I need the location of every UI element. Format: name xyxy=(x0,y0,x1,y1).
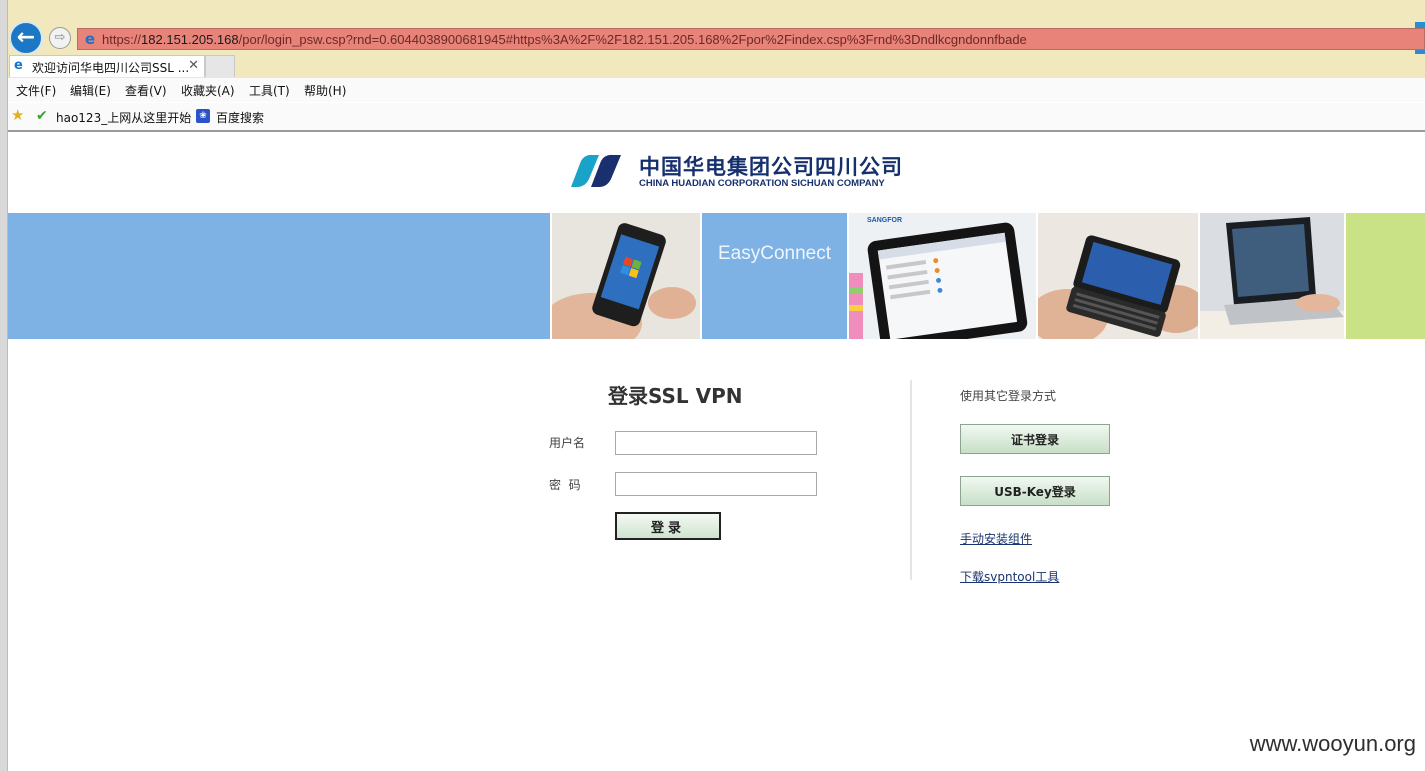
back-button[interactable]: ← xyxy=(9,21,43,55)
watermark: www.wooyun.org xyxy=(1249,731,1416,756)
hao123-icon: ✔ xyxy=(36,108,48,124)
banner-green-panel xyxy=(1346,213,1425,339)
banner-blue-panel xyxy=(8,213,550,339)
menu-bar: 文件(F) 编辑(E) 查看(V) 收藏夹(A) 工具(T) 帮助(H) xyxy=(8,78,1425,102)
banner-phone-image xyxy=(552,213,700,339)
window-edge xyxy=(0,0,8,771)
alt-login-title: 使用其它登录方式 xyxy=(960,389,1057,403)
url-text: https://182.151.205.168/por/login_psw.cs… xyxy=(102,32,1027,47)
back-icon: ← xyxy=(16,25,36,50)
url-prefix: https:// xyxy=(102,32,142,47)
banner: EasyConnect SANGFOR xyxy=(8,213,1425,339)
login-button[interactable]: 登录 xyxy=(615,512,721,540)
address-bar[interactable]: e https://182.151.205.168/por/login_psw.… xyxy=(77,28,1425,50)
usb-key-login-button[interactable]: USB-Key登录 xyxy=(960,476,1110,506)
certificate-login-button[interactable]: 证书登录 xyxy=(960,424,1110,454)
install-components-link[interactable]: 手动安装组件 xyxy=(960,530,1032,547)
easyconnect-label: EasyConnect xyxy=(717,243,831,264)
banner-easyconnect: EasyConnect xyxy=(702,213,847,339)
menu-file[interactable]: 文件(F) xyxy=(16,82,56,99)
favorite-hao123[interactable]: hao123_上网从这里开始 xyxy=(56,109,191,126)
banner-slider-phone-image xyxy=(1038,213,1198,339)
close-icon[interactable]: ✕ xyxy=(188,58,199,73)
star-icon[interactable]: ★ xyxy=(11,108,24,123)
password-label: 密 码 xyxy=(549,478,581,492)
company-logo: 中国华电集团公司四川公司 CHINA HUADIAN CORPORATION S… xyxy=(563,150,913,192)
new-tab-button[interactable] xyxy=(205,55,235,77)
menu-help[interactable]: 帮助(H) xyxy=(304,82,346,99)
menu-view[interactable]: 查看(V) xyxy=(125,82,167,99)
sangfor-label: SANGFOR xyxy=(867,217,902,224)
ie-icon: e xyxy=(14,58,23,73)
company-name-cn: 中国华电集团公司四川公司 xyxy=(639,155,903,179)
baidu-icon: ❀ xyxy=(196,109,210,123)
divider xyxy=(910,380,912,580)
url-path: /por/login_psw.csp?rnd=0.604403890068194… xyxy=(238,32,1027,47)
browser-tab[interactable]: e 欢迎访问华电四川公司SSL ... ✕ xyxy=(9,55,205,77)
favorite-baidu[interactable]: 百度搜索 xyxy=(216,109,264,126)
company-name-en: CHINA HUADIAN CORPORATION SICHUAN COMPAN… xyxy=(639,178,885,189)
banner-tablet-image: SANGFOR xyxy=(849,213,1036,339)
favorites-bar: ★ ✔ hao123_上网从这里开始 ❀ 百度搜索 xyxy=(8,103,1425,132)
ie-icon: e xyxy=(84,30,96,48)
menu-favorites[interactable]: 收藏夹(A) xyxy=(181,82,235,99)
forward-icon: ⇨ xyxy=(54,30,66,45)
forward-button[interactable]: ⇨ xyxy=(49,27,71,49)
url-host: 182.151.205.168 xyxy=(141,32,239,47)
banner-laptop-image xyxy=(1200,213,1344,339)
download-svpntool-link[interactable]: 下载svpntool工具 xyxy=(960,568,1059,585)
username-input[interactable] xyxy=(615,431,817,455)
huadian-logo-icon xyxy=(571,154,621,187)
username-label: 用户名 xyxy=(549,436,586,450)
menu-edit[interactable]: 编辑(E) xyxy=(70,82,111,99)
menu-tools[interactable]: 工具(T) xyxy=(249,82,290,99)
password-input[interactable] xyxy=(615,472,817,496)
login-title: 登录SSL VPN xyxy=(608,384,743,408)
tab-title: 欢迎访问华电四川公司SSL ... xyxy=(32,61,190,75)
